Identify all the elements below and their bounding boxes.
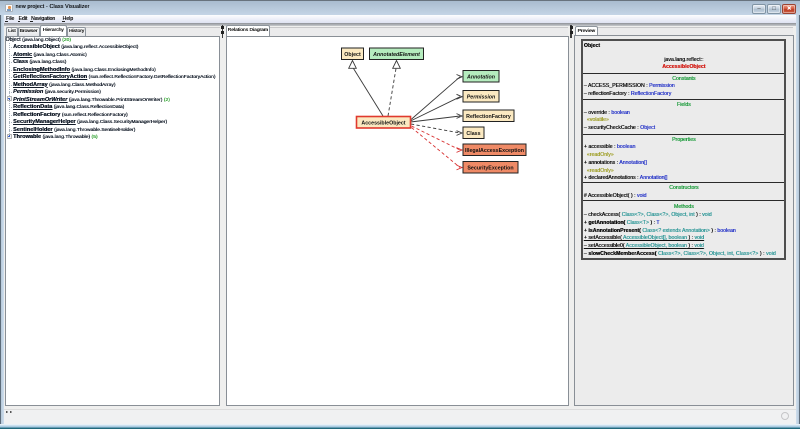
svg-text:SecurityException: SecurityException [467,165,513,171]
svg-text:Annotation: Annotation [466,74,496,80]
svg-text:ReflectionFactory: ReflectionFactory [466,114,511,120]
svg-text:IllegalAccessException: IllegalAccessException [465,148,524,154]
svg-text:Object: Object [344,52,361,58]
svg-text:Class: Class [466,131,480,137]
svg-text:AccessibleObject: AccessibleObject [361,120,405,126]
svg-text:Permission: Permission [467,94,496,100]
svg-text:AnnotatedElement: AnnotatedElement [372,52,420,58]
